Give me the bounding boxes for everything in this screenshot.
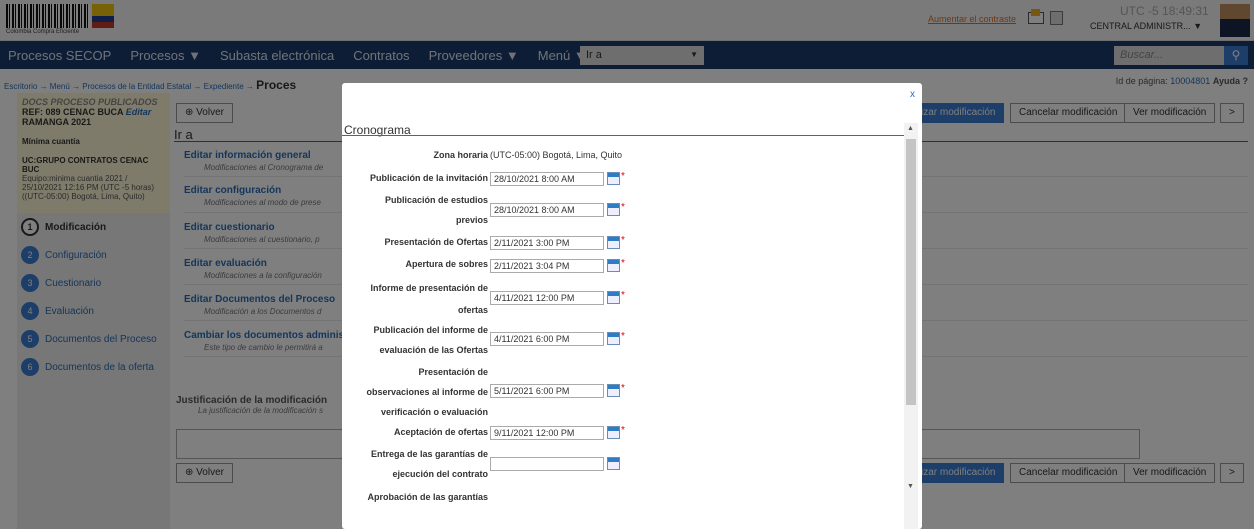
calendar-icon[interactable] [607, 172, 620, 185]
date-input-informe[interactable]: 4/11/2021 12:00 PM [490, 291, 604, 305]
date-input-evaluacion[interactable]: 4/11/2021 6:00 PM [490, 332, 604, 346]
calendar-icon[interactable] [607, 332, 620, 345]
date-input-ofertas[interactable]: 2/11/2021 3:00 PM [490, 236, 604, 250]
date-input-aceptacion[interactable]: 9/11/2021 12:00 PM [490, 426, 604, 440]
close-icon[interactable]: x [910, 89, 915, 100]
modal-scrollbar[interactable]: ▲ ▼ [904, 123, 918, 529]
calendar-icon[interactable] [607, 384, 620, 397]
date-input-estudios[interactable]: 28/10/2021 8:00 AM [490, 203, 604, 217]
calendar-icon[interactable] [607, 457, 620, 470]
date-input-observaciones[interactable]: 5/11/2021 6:00 PM [490, 384, 604, 398]
timezone-value: (UTC-05:00) Bogotá, Lima, Quito [490, 150, 623, 160]
calendar-icon[interactable] [607, 203, 620, 216]
calendar-icon[interactable] [607, 426, 620, 439]
calendar-icon[interactable] [607, 291, 620, 304]
schedule-modal: x Cronograma ▲ ▼ Zona horaria (UTC-05:00… [342, 83, 922, 529]
date-input-garantias[interactable] [490, 457, 604, 471]
calendar-icon[interactable] [607, 259, 620, 272]
timezone-label: Zona horaria [433, 150, 488, 160]
date-input-invitacion[interactable]: 28/10/2021 8:00 AM [490, 172, 604, 186]
date-input-apertura[interactable]: 2/11/2021 3:04 PM [490, 259, 604, 273]
calendar-icon[interactable] [607, 236, 620, 249]
